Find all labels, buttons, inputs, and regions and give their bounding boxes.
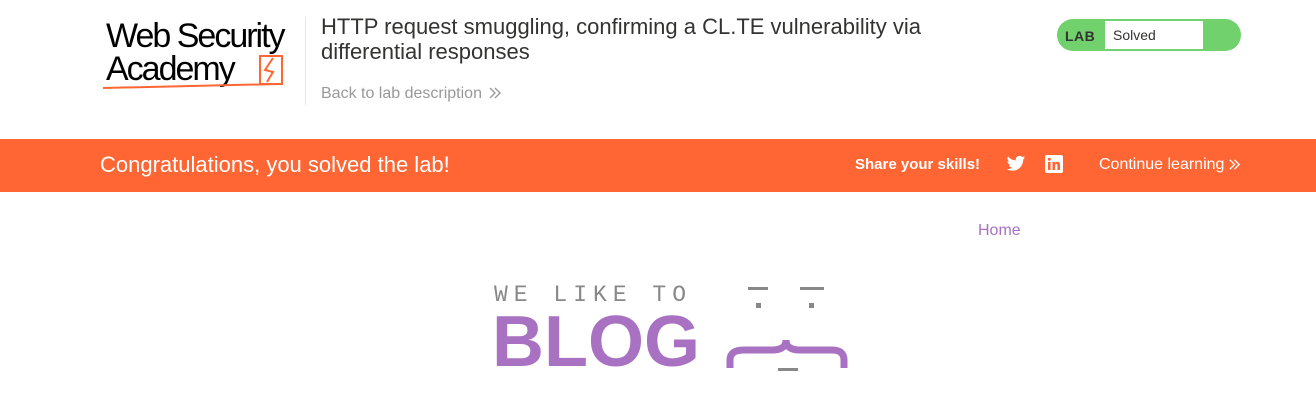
twitter-icon[interactable] xyxy=(1006,155,1026,175)
lab-status-widget: LAB Solved xyxy=(1057,19,1241,51)
back-to-lab-description-link[interactable]: Back to lab description xyxy=(321,85,502,105)
lab-header: Web Security Academy HTTP request smuggl… xyxy=(0,0,1316,139)
congratulations-banner: Congratulations, you solved the lab! Sha… xyxy=(0,139,1316,192)
logo-lightning-icon xyxy=(103,55,283,89)
blog-title: BLOG xyxy=(492,302,700,382)
double-chevron-right-icon xyxy=(488,86,502,105)
header-divider xyxy=(305,17,306,105)
lab-tag: LAB xyxy=(1065,28,1096,44)
continue-learning-label: Continue learning xyxy=(1099,156,1225,173)
linkedin-icon[interactable] xyxy=(1045,155,1065,175)
share-skills-label: Share your skills! xyxy=(855,156,981,173)
blog-hero-logo: WE LIKE TO BLOG xyxy=(492,282,854,382)
web-security-academy-logo[interactable]: Web Security Academy xyxy=(103,14,303,92)
curly-brace-face-icon xyxy=(726,287,848,371)
double-chevron-right-icon xyxy=(1228,158,1241,176)
home-link[interactable]: Home xyxy=(978,222,1021,240)
lab-status-value: Solved xyxy=(1105,21,1203,49)
congratulations-message: Congratulations, you solved the lab! xyxy=(100,152,450,177)
continue-learning-link[interactable]: Continue learning xyxy=(1099,156,1241,176)
lab-title: HTTP request smuggling, confirming a CL.… xyxy=(321,14,921,64)
back-link-label: Back to lab description xyxy=(321,85,482,102)
